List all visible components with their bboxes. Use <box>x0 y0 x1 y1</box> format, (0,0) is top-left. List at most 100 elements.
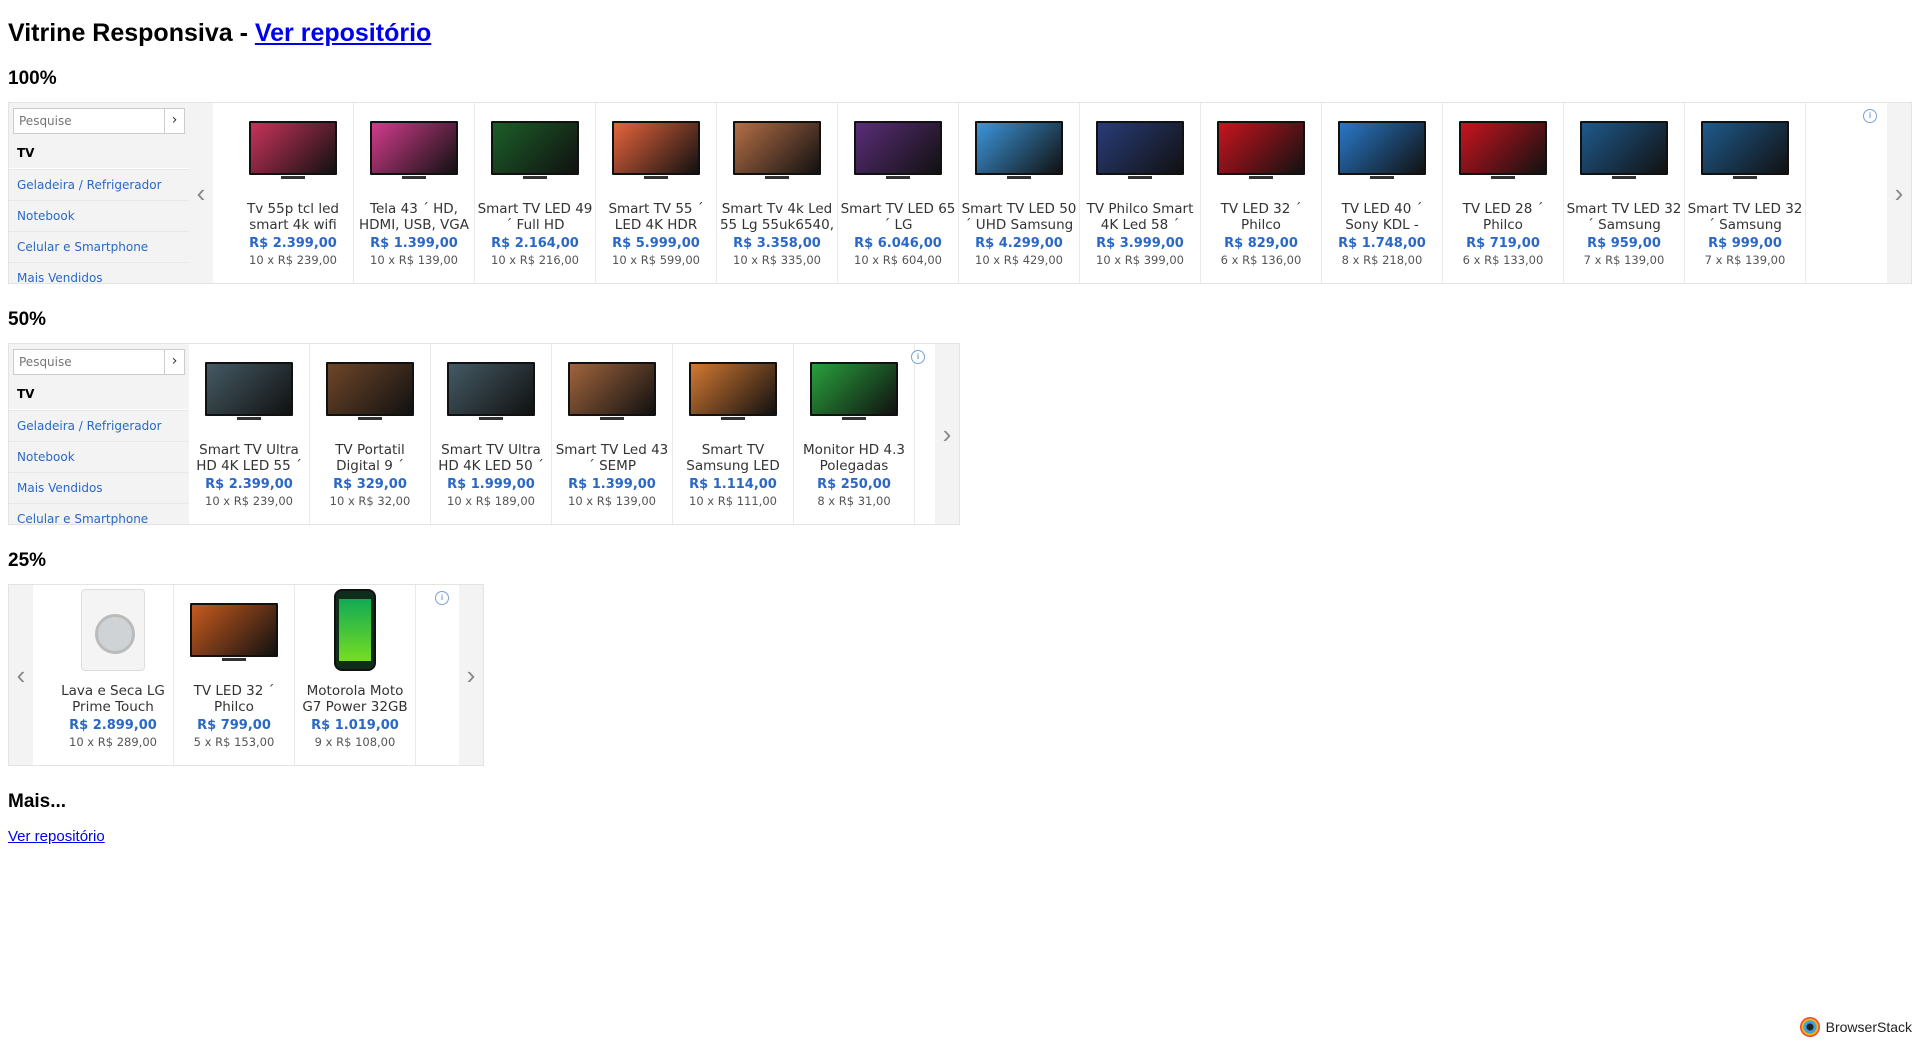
product-name[interactable]: Tela 43 ´ HD, HDMI, USB, VGA <box>354 201 474 233</box>
product-image[interactable] <box>68 589 158 671</box>
category-geladeira[interactable]: Geladeira / Refrigerador <box>9 169 189 200</box>
category-tv[interactable]: TV <box>9 379 189 410</box>
product-card[interactable]: Smart TV Samsung LED R$ 1.114,00 10 x R$ 1… <box>673 344 794 524</box>
product-image[interactable] <box>567 358 657 420</box>
product-image[interactable] <box>369 117 459 179</box>
product-name[interactable]: Monitor HD 4.3 Polegadas <box>794 442 914 474</box>
product-image[interactable] <box>1579 117 1669 179</box>
product-name[interactable]: Smart TV 55 ´ LED 4K HDR <box>596 201 716 233</box>
product-image[interactable] <box>189 599 279 661</box>
product-image[interactable] <box>853 117 943 179</box>
product-name[interactable]: Smart TV LED 32 ´ Samsung <box>1685 201 1805 233</box>
product-card[interactable]: Smart TV Led 43 ´ SEMP R$ 1.399,00 10 x R$… <box>552 344 673 524</box>
product-image[interactable] <box>688 358 778 420</box>
product-name[interactable]: TV LED 40 ´ Sony KDL - <box>1322 201 1442 233</box>
product-name[interactable]: Smart TV Samsung LED <box>673 442 793 474</box>
product-price: R$ 1.399,00 <box>568 477 656 492</box>
product-card[interactable]: TV LED 28 ´ Philco R$ 719,00 6 x R$ 133,00 <box>1443 103 1564 283</box>
product-image[interactable] <box>1337 117 1427 179</box>
product-card[interactable]: Tela 43 ´ HD, HDMI, USB, VGA R$ 1.399,00 1… <box>354 103 475 283</box>
product-card[interactable]: TV LED 32 ´ Philco R$ 799,00 5 x R$ 153,00 <box>174 585 295 765</box>
search-button[interactable]: › <box>164 109 184 133</box>
search-input[interactable] <box>14 350 164 374</box>
product-card[interactable]: TV LED 40 ´ Sony KDL - R$ 1.748,00 8 x R$ … <box>1322 103 1443 283</box>
product-name[interactable]: Smart TV LED 32 ´ Samsung <box>1564 201 1684 233</box>
info-icon[interactable]: i <box>1863 109 1877 123</box>
info-icon[interactable]: i <box>911 350 925 364</box>
product-image[interactable] <box>1095 117 1185 179</box>
product-image[interactable] <box>1216 117 1306 179</box>
product-name[interactable]: TV LED 32 ´ Philco <box>1201 201 1321 233</box>
product-card[interactable]: TV Portatil Digital 9 ´ R$ 329,00 10 x R$ … <box>310 344 431 524</box>
product-card[interactable]: Monitor HD 4.3 Polegadas R$ 250,00 8 x R$ … <box>794 344 915 524</box>
product-name[interactable]: TV Philco Smart 4K Led 58 ´ <box>1080 201 1200 233</box>
product-card[interactable]: Smart TV LED 32 ´ Samsung R$ 999,00 7 x R$… <box>1685 103 1806 283</box>
category-celular[interactable]: Celular e Smartphone <box>9 503 189 534</box>
tv-image-icon <box>249 121 337 179</box>
product-image[interactable] <box>248 117 338 179</box>
product-name[interactable]: Motorola Moto G7 Power 32GB <box>295 683 415 715</box>
product-image[interactable] <box>204 358 294 420</box>
product-price: R$ 1.114,00 <box>689 477 777 492</box>
next-arrow[interactable]: › <box>459 585 483 765</box>
browserstack-badge[interactable]: BrowserStack <box>1799 1017 1912 1037</box>
product-image[interactable] <box>732 117 822 179</box>
search-box: › <box>13 108 185 134</box>
product-name[interactable]: TV LED 32 ´ Philco <box>174 683 294 715</box>
product-card[interactable]: Smart TV Ultra HD 4K LED 55 ´ R$ 2.399,00… <box>189 344 310 524</box>
category-notebook[interactable]: Notebook <box>9 200 189 231</box>
category-mais-vendidos[interactable]: Mais Vendidos <box>9 262 189 293</box>
search-input[interactable] <box>14 109 164 133</box>
product-name[interactable]: Smart Tv 4k Led 55 Lg 55uk6540, <box>717 201 837 233</box>
product-installments: 10 x R$ 111,00 <box>689 494 777 508</box>
product-card[interactable]: TV Philco Smart 4K Led 58 ´ R$ 3.999,00 10… <box>1080 103 1201 283</box>
product-image[interactable] <box>310 589 400 671</box>
category-geladeira[interactable]: Geladeira / Refrigerador <box>9 410 189 441</box>
product-name[interactable]: Lava e Seca LG Prime Touch <box>53 683 173 715</box>
product-image[interactable] <box>325 358 415 420</box>
prev-arrow[interactable]: ‹ <box>189 103 213 283</box>
category-tv[interactable]: TV <box>9 138 189 169</box>
product-card[interactable]: Smart TV LED 65 ´ LG R$ 6.046,00 10 x R$ 6… <box>838 103 959 283</box>
product-name[interactable]: Smart TV Ultra HD 4K LED 55 ´ <box>189 442 309 474</box>
product-image[interactable] <box>1458 117 1548 179</box>
category-celular[interactable]: Celular e Smartphone <box>9 231 189 262</box>
next-arrow[interactable]: › <box>1887 103 1911 283</box>
product-installments: 10 x R$ 189,00 <box>447 494 535 508</box>
product-card[interactable]: Motorola Moto G7 Power 32GB R$ 1.019,00 9 … <box>295 585 416 765</box>
product-image[interactable] <box>490 117 580 179</box>
product-name[interactable]: Smart TV Ultra HD 4K LED 50 ´ <box>431 442 551 474</box>
repo-link-header[interactable]: Ver repositório <box>255 19 431 47</box>
product-image[interactable] <box>974 117 1064 179</box>
product-name[interactable]: Smart TV LED 50 ´ UHD Samsung <box>959 201 1079 233</box>
repo-link-footer[interactable]: Ver repositório <box>8 828 105 845</box>
product-card[interactable]: Smart TV LED 32 ´ Samsung R$ 959,00 7 x R$… <box>1564 103 1685 283</box>
product-name[interactable]: Tv 55p tcl led smart 4k wifi usb <box>233 201 353 233</box>
product-name[interactable]: Smart TV Led 43 ´ SEMP <box>552 442 672 474</box>
next-arrow[interactable]: › <box>935 344 959 524</box>
category-notebook[interactable]: Notebook <box>9 441 189 472</box>
product-image[interactable] <box>1700 117 1790 179</box>
product-card[interactable]: Smart TV 55 ´ LED 4K HDR R$ 5.999,00 10 x … <box>596 103 717 283</box>
product-card[interactable]: Smart TV LED 49 ´ Full HD R$ 2.164,00 10 x… <box>475 103 596 283</box>
product-name[interactable]: TV LED 28 ´ Philco <box>1443 201 1563 233</box>
product-card[interactable]: Smart TV Ultra HD 4K LED 50 ´ R$ 1.999,00… <box>431 344 552 524</box>
product-card[interactable]: Tv 55p tcl led smart 4k wifi usb R$ 2.399… <box>233 103 354 283</box>
product-image[interactable] <box>809 358 899 420</box>
product-card[interactable]: TV LED 32 ´ Philco R$ 829,00 6 x R$ 136,00 <box>1201 103 1322 283</box>
tv-image-icon <box>1096 121 1184 179</box>
product-installments: 10 x R$ 216,00 <box>491 253 579 267</box>
product-name[interactable]: Smart TV LED 65 ´ LG <box>838 201 958 233</box>
product-card[interactable]: Smart TV LED 50 ´ UHD Samsung R$ 4.299,00… <box>959 103 1080 283</box>
prev-arrow[interactable]: ‹ <box>9 585 33 765</box>
product-name[interactable]: Smart TV LED 49 ´ Full HD <box>475 201 595 233</box>
product-card[interactable]: Lava e Seca LG Prime Touch R$ 2.899,00 10 … <box>53 585 174 765</box>
product-installments: 10 x R$ 32,00 <box>329 494 411 508</box>
product-card[interactable]: Smart Tv 4k Led 55 Lg 55uk6540, R$ 3.358,… <box>717 103 838 283</box>
product-name[interactable]: TV Portatil Digital 9 ´ <box>310 442 430 474</box>
product-image[interactable] <box>611 117 701 179</box>
search-button[interactable]: › <box>164 350 184 374</box>
category-mais-vendidos[interactable]: Mais Vendidos <box>9 472 189 503</box>
info-icon[interactable]: i <box>435 591 449 605</box>
product-image[interactable] <box>446 358 536 420</box>
